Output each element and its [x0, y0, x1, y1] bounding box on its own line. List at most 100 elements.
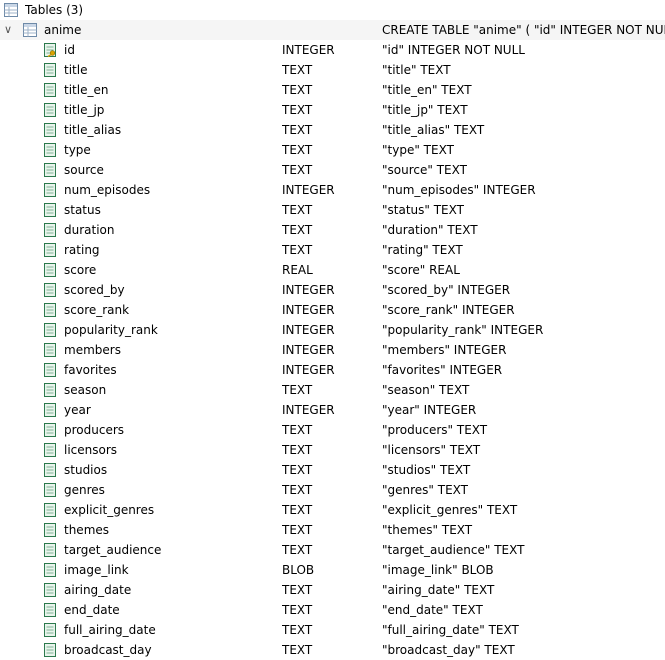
field-row[interactable]: source TEXT "source" TEXT [0, 160, 665, 180]
field-row[interactable]: title_alias TEXT "title_alias" TEXT [0, 120, 665, 140]
field-row[interactable]: duration TEXT "duration" TEXT [0, 220, 665, 240]
field-row[interactable]: end_date TEXT "end_date" TEXT [0, 600, 665, 620]
field-row[interactable]: producers TEXT "producers" TEXT [0, 420, 665, 440]
field-type: TEXT [282, 503, 313, 517]
field-row[interactable]: full_airing_date TEXT "full_airing_date" T… [0, 620, 665, 640]
field-row[interactable]: id INTEGER "id" INTEGER NOT NULL [0, 40, 665, 60]
field-name: favorites [64, 363, 117, 377]
field-row[interactable]: broadcast_day TEXT "broadcast_day" TEXT [0, 640, 665, 660]
field-icon [44, 163, 56, 177]
field-row[interactable]: score REAL "score" REAL [0, 260, 665, 280]
key-field-icon [44, 43, 56, 57]
field-icon [44, 323, 56, 337]
field-icon [44, 143, 56, 157]
field-type: TEXT [282, 203, 313, 217]
field-row[interactable]: score_rank INTEGER "score_rank" INTEGER [0, 300, 665, 320]
field-name: id [64, 43, 75, 57]
field-name: source [64, 163, 104, 177]
tables-group-icon [4, 3, 18, 17]
field-row[interactable]: scored_by INTEGER "scored_by" INTEGER [0, 280, 665, 300]
field-name: score_rank [64, 303, 130, 317]
field-schema: "studios" TEXT [382, 463, 471, 477]
field-row[interactable]: studios TEXT "studios" TEXT [0, 460, 665, 480]
field-row[interactable]: members INTEGER "members" INTEGER [0, 340, 665, 360]
field-schema: "title_alias" TEXT [382, 123, 485, 137]
field-row[interactable]: type TEXT "type" TEXT [0, 140, 665, 160]
field-icon [44, 303, 56, 317]
field-type: INTEGER [282, 303, 335, 317]
chevron-down-icon[interactable]: ∨ [4, 20, 14, 40]
field-icon [44, 563, 56, 577]
field-type: TEXT [282, 643, 313, 657]
field-schema: "source" TEXT [382, 163, 467, 177]
field-row[interactable]: year INTEGER "year" INTEGER [0, 400, 665, 420]
field-row[interactable]: image_link BLOB "image_link" BLOB [0, 560, 665, 580]
field-icon [44, 443, 56, 457]
field-row[interactable]: airing_date TEXT "airing_date" TEXT [0, 580, 665, 600]
field-row[interactable]: popularity_rank INTEGER "popularity_rank" … [0, 320, 665, 340]
field-type: TEXT [282, 603, 313, 617]
field-icon [44, 423, 56, 437]
field-icon [44, 643, 56, 657]
field-row[interactable]: title_en TEXT "title_en" TEXT [0, 80, 665, 100]
field-type: TEXT [282, 103, 313, 117]
field-name: season [64, 383, 107, 397]
field-icon [44, 103, 56, 117]
table-node-anime[interactable]: ∨ anime CREATE TABLE "anime" ( "id" INTE… [0, 20, 665, 40]
field-row[interactable]: themes TEXT "themes" TEXT [0, 520, 665, 540]
field-type: TEXT [282, 123, 313, 137]
field-row[interactable]: num_episodes INTEGER "num_episodes" INTEGE… [0, 180, 665, 200]
table-name: anime [44, 23, 82, 37]
table-icon [23, 23, 37, 37]
field-schema: "target_audience" TEXT [382, 543, 525, 557]
field-icon [44, 203, 56, 217]
field-row[interactable]: status TEXT "status" TEXT [0, 200, 665, 220]
field-name: broadcast_day [64, 643, 152, 657]
field-row[interactable]: explicit_genres TEXT "explicit_genres" TEX… [0, 500, 665, 520]
field-row[interactable]: target_audience TEXT "target_audience" TEX… [0, 540, 665, 560]
field-type: REAL [282, 263, 313, 277]
field-row[interactable]: season TEXT "season" TEXT [0, 380, 665, 400]
field-icon [44, 483, 56, 497]
field-schema: "members" INTEGER [382, 343, 507, 357]
field-name: genres [64, 483, 105, 497]
field-schema: "full_airing_date" TEXT [382, 623, 519, 637]
field-type: INTEGER [282, 323, 335, 337]
field-row[interactable]: title TEXT "title" TEXT [0, 60, 665, 80]
field-schema: "duration" TEXT [382, 223, 478, 237]
field-row[interactable]: rating TEXT "rating" TEXT [0, 240, 665, 260]
field-name: members [64, 343, 121, 357]
field-schema: "image_link" BLOB [382, 563, 494, 577]
field-schema: "score" REAL [382, 263, 460, 277]
field-name: year [64, 403, 91, 417]
field-row[interactable]: genres TEXT "genres" TEXT [0, 480, 665, 500]
field-row[interactable]: licensors TEXT "licensors" TEXT [0, 440, 665, 460]
field-type: TEXT [282, 163, 313, 177]
field-icon [44, 603, 56, 617]
field-name: end_date [64, 603, 120, 617]
field-type: TEXT [282, 483, 313, 497]
field-name: producers [64, 423, 125, 437]
field-name: full_airing_date [64, 623, 156, 637]
field-schema: "rating" TEXT [382, 243, 463, 257]
field-icon [44, 363, 56, 377]
field-name: title [64, 63, 88, 77]
tables-root-node[interactable]: Tables (3) [0, 0, 665, 20]
field-icon [44, 183, 56, 197]
field-row[interactable]: title_jp TEXT "title_jp" TEXT [0, 100, 665, 120]
field-type: TEXT [282, 143, 313, 157]
field-icon [44, 503, 56, 517]
field-schema: "year" INTEGER [382, 403, 477, 417]
field-type: TEXT [282, 523, 313, 537]
field-type: TEXT [282, 423, 313, 437]
field-schema: "status" TEXT [382, 203, 464, 217]
field-name: licensors [64, 443, 118, 457]
table-schema: CREATE TABLE "anime" ( "id" INTEGER NOT … [382, 23, 665, 37]
field-schema: "title" TEXT [382, 63, 451, 77]
field-schema: "season" TEXT [382, 383, 470, 397]
field-row[interactable]: favorites INTEGER "favorites" INTEGER [0, 360, 665, 380]
field-type: INTEGER [282, 403, 335, 417]
field-schema: "explicit_genres" TEXT [382, 503, 518, 517]
field-icon [44, 403, 56, 417]
field-type: INTEGER [282, 43, 335, 57]
